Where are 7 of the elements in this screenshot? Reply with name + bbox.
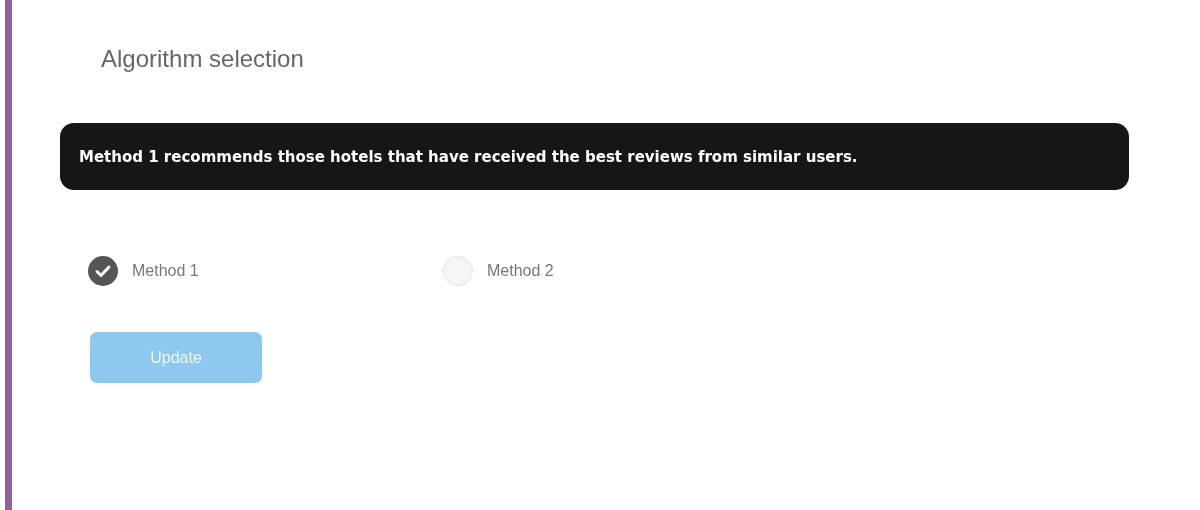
radio-button[interactable] <box>88 256 118 286</box>
radio-label: Method 2 <box>487 262 554 280</box>
section-title: Algorithm selection <box>101 45 305 73</box>
radio-button[interactable] <box>443 256 473 286</box>
check-icon <box>88 256 118 286</box>
radio-label: Method 1 <box>132 262 199 280</box>
description-banner: Method 1 recommends those hotels that have received the best reviews from similar users. <box>60 123 1129 190</box>
